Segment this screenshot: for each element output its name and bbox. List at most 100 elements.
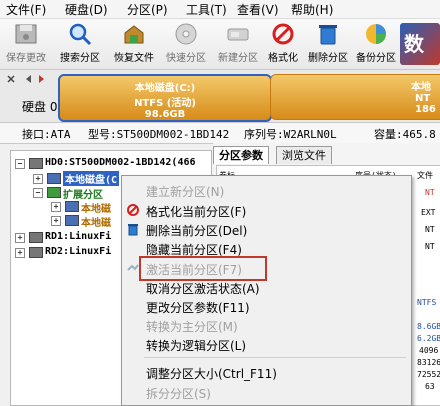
menu-separator	[144, 357, 406, 358]
cell-value: NTFS	[417, 298, 437, 307]
context-menu: 建立新分区(N) 格式化当前分区(F) 删除当前分区(Del) 隐藏当前分区(F…	[121, 175, 412, 406]
next-disk-icon[interactable]	[36, 74, 46, 84]
disk-icon	[29, 158, 43, 169]
tree-item-hd0[interactable]: − HD0:ST500DM002-1BD142(466	[11, 156, 211, 171]
format-icon	[272, 23, 294, 45]
menu-item-deactivate[interactable]: 取消分区激活状态(A)	[146, 280, 260, 297]
menu-item-to-logical[interactable]: 转换为逻辑分区(L)	[146, 337, 246, 354]
model-text: 型号:ST500DM002-1BD142	[88, 128, 230, 141]
menu-item-new-partition[interactable]: 建立新分区(N)	[146, 183, 224, 200]
menu-item-split[interactable]: 拆分分区(S)	[146, 385, 211, 402]
recover-icon	[124, 25, 144, 44]
save-changes-button[interactable]: 保存更改	[2, 21, 50, 64]
new-partition-button[interactable]: 新建分区	[214, 21, 262, 64]
backup-partition-label: 备份分区	[356, 53, 396, 64]
collapse-icon[interactable]: −	[33, 188, 43, 198]
backup-icon	[366, 24, 386, 44]
segment-fs: NTFS (活动)	[134, 98, 196, 109]
format-button[interactable]: 格式化	[259, 21, 307, 64]
disk-icon	[29, 232, 43, 243]
search-partition-button[interactable]: 搜索分区	[56, 21, 104, 64]
menu-bar: 文件(F) 硬盘(D) 分区(P) 工具(T) 查看(V) 帮助(H)	[0, 0, 440, 19]
segment-name: 本地	[411, 82, 431, 93]
cell-fs: NT	[425, 225, 435, 234]
svg-text:数: 数	[404, 32, 425, 56]
interface-text: 接口:ATA	[22, 128, 71, 141]
menu-partition[interactable]: 分区(P)	[127, 1, 168, 18]
menu-item-delete[interactable]: 删除当前分区(Del)	[146, 222, 247, 239]
menu-tools[interactable]: 工具(T)	[186, 1, 227, 18]
tree-label: RD1:LinuxFi	[45, 231, 112, 242]
disk-label: 硬盘 0	[22, 100, 58, 114]
segment-size: 98.6GB	[144, 109, 186, 120]
logo-icon: 数	[404, 32, 425, 56]
cell-value: 63	[425, 382, 435, 391]
partition-segment-next[interactable]: 本地 NT 186	[270, 74, 440, 120]
expand-icon[interactable]: +	[15, 248, 25, 258]
expand-icon[interactable]: +	[51, 216, 61, 226]
partition-icon	[47, 173, 61, 184]
tree-label: 本地磁	[81, 218, 111, 229]
serial-text: 序列号:W2ARLN0L	[244, 128, 337, 141]
collapse-icon[interactable]: −	[15, 159, 25, 169]
menu-item-change-params[interactable]: 更改分区参数(F11)	[146, 299, 250, 316]
partition-icon	[47, 187, 61, 198]
save-changes-label: 保存更改	[6, 53, 46, 64]
recover-files-button[interactable]: 恢复文件	[110, 21, 158, 64]
app-logo: 数	[400, 23, 440, 65]
expand-icon[interactable]: +	[33, 174, 43, 184]
backup-partition-button[interactable]: 备份分区	[352, 21, 400, 64]
partition-icon	[65, 201, 79, 212]
tree-label: RD2:LinuxFi	[45, 246, 112, 257]
tree-label: 本地磁盘(C	[63, 171, 120, 186]
quick-partition-button[interactable]: 快速分区	[162, 21, 210, 64]
trash-icon	[128, 224, 138, 236]
close-icon[interactable]	[6, 74, 16, 84]
partition-segment-c[interactable]: 本地磁盘(C:) NTFS (活动) 98.6GB	[58, 74, 272, 122]
partition-icon	[65, 215, 79, 226]
menu-file[interactable]: 文件(F)	[6, 1, 46, 18]
expand-icon[interactable]: +	[15, 233, 25, 243]
quick-partition-icon	[175, 23, 197, 45]
format-label: 格式化	[268, 53, 298, 64]
search-icon	[69, 23, 92, 46]
cell-value: 6.2GB	[417, 334, 440, 343]
menu-item-resize[interactable]: 调整分区大小(Ctrl_F11)	[146, 365, 277, 382]
segment-name: 本地磁盘(C:)	[134, 83, 196, 94]
segment-size: 186	[415, 104, 436, 115]
delete-partition-button[interactable]: 删除分区	[304, 21, 352, 64]
activate-icon	[127, 264, 139, 271]
format-icon	[127, 204, 139, 216]
tab-partition-params[interactable]: 分区参数	[213, 146, 269, 164]
expand-icon[interactable]: +	[51, 202, 61, 212]
menu-view[interactable]: 查看(V)	[237, 1, 279, 18]
search-partition-label: 搜索分区	[60, 53, 100, 64]
disk-map: 硬盘 0 本地磁盘(C:) NTFS (活动) 98.6GB 本地 NT 186	[0, 70, 440, 123]
save-icon	[15, 24, 37, 44]
disk-info-bar: 接口:ATA 型号:ST500DM002-1BD142 序列号:W2ARLN0L…	[0, 123, 440, 144]
toolbar: 保存更改 搜索分区 恢复文件 快速分区 新建分区 格式化 删除分区 备份分区 数	[0, 19, 440, 70]
highlight-box	[139, 256, 267, 281]
new-partition-icon	[227, 28, 249, 41]
menu-item-format[interactable]: 格式化当前分区(F)	[146, 203, 246, 220]
menu-help[interactable]: 帮助(H)	[291, 1, 333, 18]
cell-fs: NT	[425, 242, 435, 251]
delete-partition-label: 删除分区	[308, 53, 348, 64]
segment-fs: NT	[415, 93, 431, 104]
capacity-text: 容量:465.8	[374, 128, 436, 141]
menu-item-to-primary[interactable]: 转换为主分区(M)	[146, 318, 238, 335]
delete-icon	[319, 25, 337, 45]
cell-fs: EXT	[421, 208, 436, 217]
menu-disk[interactable]: 硬盘(D)	[65, 1, 108, 18]
cell-value: 83126	[417, 358, 440, 367]
cell-value: 8.6GB	[417, 322, 440, 331]
cell-value: 72552	[417, 370, 440, 379]
disk-icon	[29, 247, 43, 258]
tab-browse-files[interactable]: 浏览文件	[276, 146, 332, 164]
quick-partition-label: 快速分区	[166, 53, 206, 64]
column-header-fs: 文件	[417, 171, 433, 180]
new-partition-label: 新建分区	[218, 53, 258, 64]
cell-value: 4096	[419, 346, 439, 355]
cell-fs: NT	[425, 188, 435, 197]
prev-disk-icon[interactable]	[24, 74, 34, 84]
